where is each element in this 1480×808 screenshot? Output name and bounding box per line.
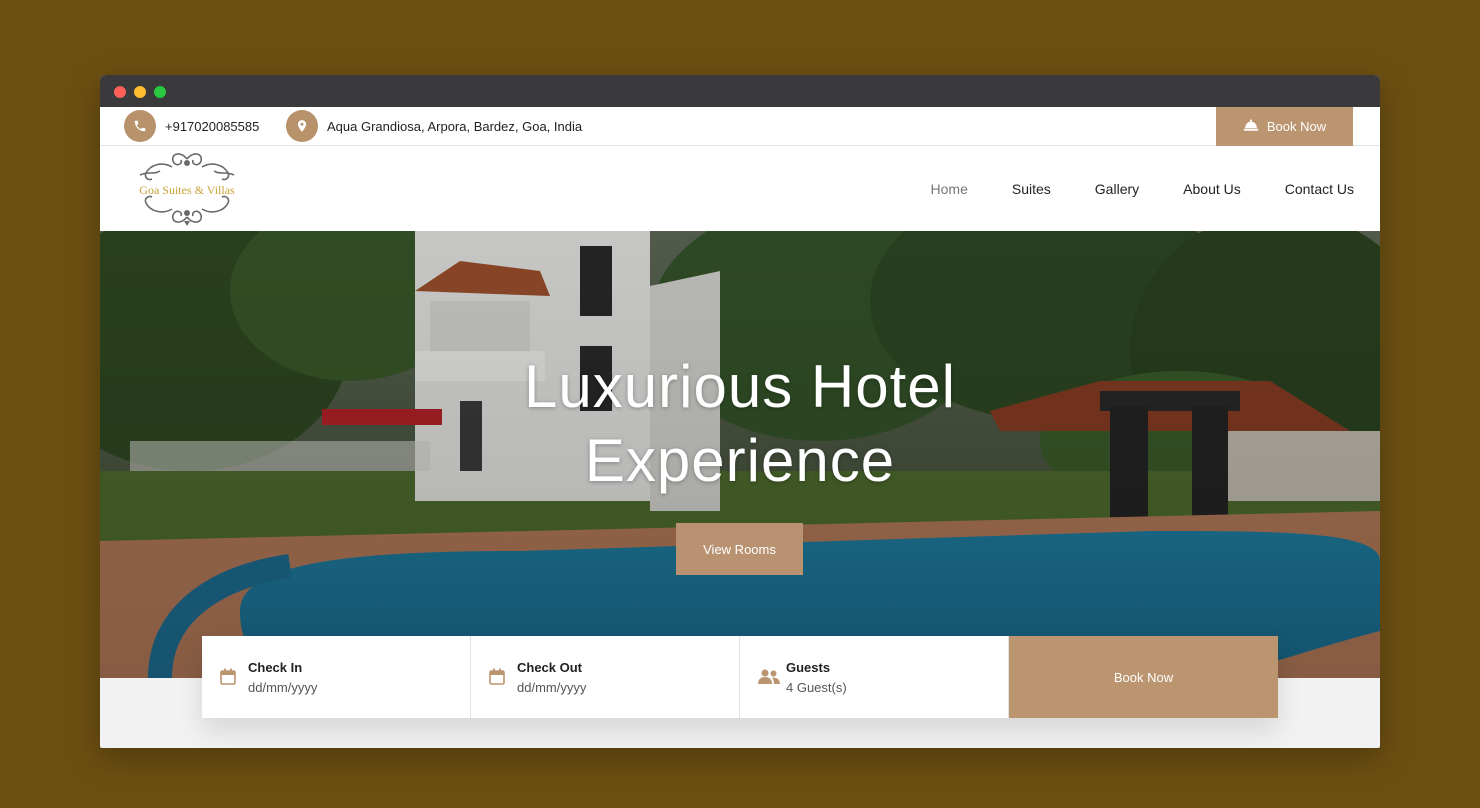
top-book-now-button[interactable]: Book Now <box>1216 107 1353 146</box>
booking-form: Check In dd/mm/yyyy Check Out dd/mm/yyyy… <box>202 636 1278 718</box>
nav-menu: Home Suites Gallery About Us Contact Us <box>931 146 1354 231</box>
check-in-label: Check In <box>248 660 303 675</box>
hero-section: Luxurious Hotel Experience View Rooms <box>100 231 1380 678</box>
hero-title: Luxurious Hotel Experience <box>100 350 1380 498</box>
phone-number: +917020085585 <box>165 118 260 134</box>
check-out-label: Check Out <box>517 660 583 675</box>
view-rooms-button[interactable]: View Rooms <box>676 523 803 575</box>
check-in-value[interactable]: dd/mm/yyyy <box>248 680 317 695</box>
site-logo[interactable]: Goa Suites & Villas <box>132 149 242 227</box>
nav-about-us[interactable]: About Us <box>1183 181 1241 197</box>
hero-title-line1: Luxurious Hotel <box>524 353 956 420</box>
check-out-field[interactable]: Check Out dd/mm/yyyy <box>471 636 740 718</box>
address-text: Aqua Grandiosa, Arpora, Bardez, Goa, Ind… <box>327 118 583 134</box>
users-icon <box>758 669 780 689</box>
nav-home[interactable]: Home <box>931 181 968 197</box>
address-info[interactable]: Aqua Grandiosa, Arpora, Bardez, Goa, Ind… <box>286 110 582 142</box>
guests-value[interactable]: 4 Guest(s) <box>786 680 847 695</box>
phone-icon <box>124 110 156 142</box>
check-in-field[interactable]: Check In dd/mm/yyyy <box>202 636 471 718</box>
nav-gallery[interactable]: Gallery <box>1095 181 1139 197</box>
nav-suites[interactable]: Suites <box>1012 181 1051 197</box>
guests-field[interactable]: Guests 4 Guest(s) <box>740 636 1009 718</box>
window-titlebar <box>100 75 1380 107</box>
check-out-value[interactable]: dd/mm/yyyy <box>517 680 586 695</box>
logo-text: Goa Suites & Villas <box>139 183 235 197</box>
guests-label: Guests <box>786 660 831 675</box>
minimize-window-button[interactable] <box>134 86 146 98</box>
calendar-icon <box>220 668 236 690</box>
concierge-bell-icon <box>1243 119 1259 135</box>
booking-book-now-button[interactable]: Book Now <box>1009 636 1278 718</box>
hero-title-line2: Experience <box>584 427 896 494</box>
phone-info[interactable]: +917020085585 <box>124 110 259 142</box>
main-navbar: Goa Suites & Villas Home Suites Gallery … <box>100 146 1380 231</box>
nav-contact-us[interactable]: Contact Us <box>1285 181 1354 197</box>
location-pin-icon <box>286 110 318 142</box>
close-window-button[interactable] <box>114 86 126 98</box>
top-book-now-label: Book Now <box>1266 119 1327 134</box>
calendar-icon <box>489 668 505 690</box>
maximize-window-button[interactable] <box>154 86 166 98</box>
browser-window: +917020085585 Aqua Grandiosa, Arpora, Ba… <box>100 75 1380 748</box>
top-info-bar: +917020085585 Aqua Grandiosa, Arpora, Ba… <box>100 107 1380 146</box>
